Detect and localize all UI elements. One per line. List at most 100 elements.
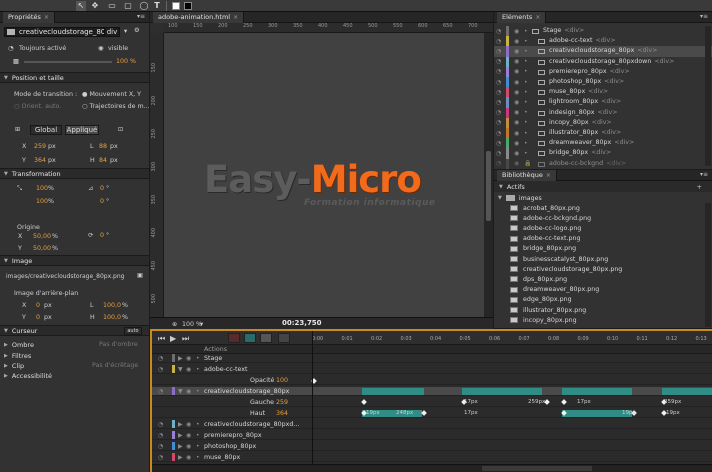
lock-dot-icon[interactable]: • <box>524 140 528 147</box>
lock-dot-icon[interactable]: • <box>196 432 200 439</box>
close-icon[interactable]: × <box>233 14 238 21</box>
visibility-select[interactable]: visible <box>108 45 128 52</box>
timeline-row[interactable]: ◔ ▶ ◉ • muse_80px <box>152 453 712 463</box>
section-accessibility[interactable]: ▶ Accessibilité <box>0 370 149 381</box>
rect-icon[interactable]: ▭ <box>106 1 118 11</box>
scale-x-value[interactable]: 100 <box>36 185 48 192</box>
chevron-down-icon[interactable]: ▾ <box>200 321 203 328</box>
lock-dot-icon[interactable]: • <box>524 38 528 45</box>
element-row[interactable]: ◔ ◉ 🔒 adobe-cc-bckgnd <div> <box>494 158 712 169</box>
element-row[interactable]: ◔ ◉ • Stage <div> <box>494 26 712 37</box>
clock-icon[interactable]: ◔ <box>496 109 501 116</box>
lock-dot-icon[interactable]: • <box>524 99 528 106</box>
element-row[interactable]: ◔ ◉ • illustrator_80px <div> <box>494 128 712 139</box>
eye-icon[interactable]: ◉ <box>514 89 519 96</box>
section-position-size[interactable]: ▼ Position et taille <box>0 72 149 83</box>
lock-dot-icon[interactable]: • <box>524 109 528 116</box>
y-value[interactable]: 364 <box>34 157 46 164</box>
eye-icon[interactable]: ◉ <box>514 28 519 35</box>
bounds-icon[interactable]: ⊡ <box>118 126 123 133</box>
eye-icon[interactable]: ◉ <box>186 366 191 373</box>
section-transformation[interactable]: ▼ Transformation <box>0 168 149 179</box>
eye-icon[interactable]: ◉ <box>514 48 519 55</box>
assets-section[interactable]: ▼ Actifs + <box>494 181 712 192</box>
go-start-icon[interactable]: ⏮ <box>158 334 165 344</box>
lock-dot-icon[interactable]: • <box>524 89 528 96</box>
timeline-row[interactable]: ◔ ▶ ◉ • Stage <box>152 354 712 364</box>
radio-orient-auto[interactable]: ○ Orient. auto. <box>14 103 61 110</box>
scale-y-value[interactable]: 100 <box>36 198 48 205</box>
clock-icon[interactable]: ◔ <box>158 454 163 461</box>
timeline-row[interactable]: Gauche 259 <box>152 398 712 408</box>
clock-icon[interactable]: ◔ <box>496 150 501 157</box>
lock-dot-icon[interactable]: • <box>524 48 528 55</box>
element-row[interactable]: ◔ ◉ • muse_80px <div> <box>494 87 712 98</box>
skew-x-value[interactable]: 0 <box>100 185 104 192</box>
ellipse-icon[interactable]: ◯ <box>138 1 150 11</box>
pin-icon[interactable] <box>260 333 272 343</box>
element-row[interactable]: ◔ ◉ • dreamweaver_80px <div> <box>494 138 712 149</box>
lock-dot-icon[interactable]: • <box>524 150 528 157</box>
element-row[interactable]: ◔ ◉ • premierepro_80px <div> <box>494 66 712 77</box>
go-end-icon[interactable]: ⏭ <box>182 334 189 344</box>
clock-icon[interactable]: ◔ <box>496 119 501 126</box>
lock-dot-icon[interactable]: • <box>196 388 200 395</box>
triangle-icon[interactable]: ▶ <box>178 421 183 428</box>
clock-icon[interactable]: ◔ <box>496 140 501 147</box>
current-time[interactable]: 00:23,750 <box>282 319 322 327</box>
lock-dot-icon[interactable]: • <box>196 421 200 428</box>
animation-bar[interactable] <box>662 388 712 395</box>
library-file[interactable]: adobe-cc-bckgnd.png <box>510 213 591 223</box>
tab-library[interactable]: Bibliothèque × <box>497 169 557 181</box>
origin-y-value[interactable]: 50,00 <box>33 245 51 252</box>
library-file[interactable]: adobe-cc-text.png <box>510 234 580 244</box>
height-value[interactable]: 84 <box>99 157 107 164</box>
panel-menu-icon[interactable]: ▾≡ <box>700 171 708 178</box>
clock-icon[interactable]: ◔ <box>158 443 163 450</box>
tab-elements[interactable]: Eléments × <box>497 11 547 23</box>
folder-icon[interactable]: ▣ <box>137 272 143 279</box>
arrow-icon[interactable]: ↖ <box>76 1 86 11</box>
library-file[interactable]: creativecloudstorage_80px.png <box>510 264 622 274</box>
eye-icon[interactable]: ◉ <box>514 109 519 116</box>
timeline-row-value[interactable]: 364 <box>276 410 288 417</box>
auto-keyframe-icon[interactable] <box>228 333 240 343</box>
library-file[interactable]: incopy_80px.png <box>510 315 577 325</box>
clock-icon[interactable]: ◔ <box>158 355 163 362</box>
element-row[interactable]: ◔ ◉ • creativecloudstorage_80pxdown <div> <box>494 56 712 67</box>
triangle-icon[interactable]: ▼ <box>178 388 183 395</box>
lock-dot-icon[interactable]: • <box>524 79 528 86</box>
element-tag-select[interactable]: div <box>104 27 120 37</box>
lock-dot-icon[interactable]: • <box>524 58 528 65</box>
eye-icon[interactable]: ◉ <box>514 68 519 75</box>
library-file[interactable]: edge_80px.png <box>510 295 572 305</box>
applied-button[interactable]: Appliqué <box>65 125 99 135</box>
width-value[interactable]: 88 <box>99 143 107 150</box>
origin-x-value[interactable]: 50,00 <box>33 233 51 240</box>
bg-x-value[interactable]: 0 <box>36 302 40 309</box>
animation-bar[interactable] <box>462 388 542 395</box>
eye-icon[interactable]: ◉ <box>186 454 191 461</box>
scroll-thumb[interactable] <box>486 151 491 221</box>
zoom-icon[interactable]: ⊕ <box>172 321 177 328</box>
timeline-row[interactable]: ◔ ▶ ◉ • premierepro_80px <box>152 431 712 441</box>
fill-color-swatch[interactable] <box>172 2 180 10</box>
lock-dot-icon[interactable]: 🔒 <box>524 160 531 167</box>
clock-icon[interactable]: ◔ <box>158 421 163 428</box>
eye-icon[interactable]: ◉ <box>514 79 519 86</box>
eye-icon[interactable]: ◉ <box>514 119 519 126</box>
library-file[interactable]: illustrator_80px.png <box>510 305 586 315</box>
clock-icon[interactable]: ◔ <box>496 28 501 35</box>
bg-height-value[interactable]: 100,0 <box>103 314 121 321</box>
timeline-row[interactable]: ◔ ▶ ◉ • creativecloudstorage_80pxd... <box>152 420 712 430</box>
animation-bar[interactable] <box>362 388 424 395</box>
eye-icon[interactable]: ◉ <box>514 150 519 157</box>
chevron-down-icon[interactable]: ▾ <box>124 28 127 35</box>
tab-document[interactable]: adobe-animation.html × <box>153 11 245 23</box>
image-path-field[interactable]: images/creativecloudstorage_80px.png <box>6 273 124 280</box>
align-icon[interactable]: ⊞ <box>15 126 20 133</box>
bg-width-value[interactable]: 100,0 <box>103 302 121 309</box>
add-icon[interactable]: + <box>697 183 702 191</box>
rotate-value[interactable]: 0 <box>100 232 104 239</box>
element-row[interactable]: ◔ ◉ • lightroom_80px <div> <box>494 97 712 108</box>
